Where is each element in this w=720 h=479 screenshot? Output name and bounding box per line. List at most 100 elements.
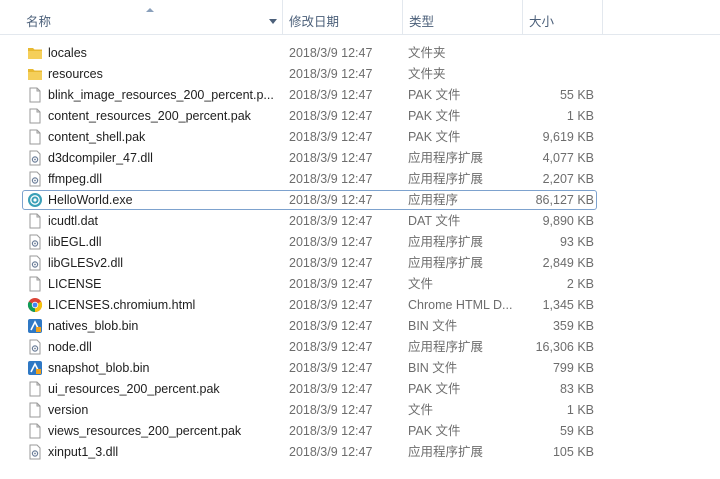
column-header-bar: 名称 修改日期 类型 大小 [0, 0, 720, 35]
file-name: icudtl.dat [48, 214, 99, 228]
file-type: 应用程序扩展 [408, 151, 484, 165]
file-icon [27, 213, 43, 229]
file-type: DAT 文件 [408, 214, 461, 228]
dll-icon [27, 444, 43, 460]
file-row[interactable]: libEGL.dll 2018/3/9 12:47 应用程序扩展 93 KB [0, 232, 720, 253]
file-row[interactable]: views_resources_200_percent.pak 2018/3/9 … [0, 421, 720, 442]
column-header-size-label: 大小 [529, 15, 555, 29]
file-name: content_resources_200_percent.pak [48, 109, 251, 123]
file-size: 105 KB [552, 445, 594, 459]
bin-icon [27, 360, 43, 376]
file-name: version [48, 403, 89, 417]
file-row[interactable]: resources 2018/3/9 12:47 文件夹 [0, 64, 720, 85]
file-row[interactable]: ui_resources_200_percent.pak 2018/3/9 12:… [0, 379, 720, 400]
file-date: 2018/3/9 12:47 [289, 256, 373, 270]
file-type: 应用程序扩展 [408, 340, 484, 354]
file-size: 16,306 KB [535, 340, 594, 354]
file-date: 2018/3/9 12:47 [289, 214, 373, 228]
file-name: blink_image_resources_200_percent.p... [48, 88, 274, 102]
file-row[interactable]: ffmpeg.dll 2018/3/9 12:47 应用程序扩展 2,207 KB [0, 169, 720, 190]
chevron-down-icon[interactable] [269, 19, 277, 24]
file-explorer-window: 名称 修改日期 类型 大小 locales 2018/3/9 12:47 文件夹 re… [0, 0, 720, 479]
column-header-name[interactable]: 名称 [0, 0, 283, 34]
file-icon [27, 381, 43, 397]
sort-ascending-icon [146, 8, 154, 12]
file-date: 2018/3/9 12:47 [289, 424, 373, 438]
bin-icon [27, 318, 43, 334]
column-header-type[interactable]: 类型 [403, 0, 523, 34]
file-size: 799 KB [552, 361, 594, 375]
file-name: ffmpeg.dll [48, 172, 102, 186]
file-date: 2018/3/9 12:47 [289, 298, 373, 312]
file-name: node.dll [48, 340, 92, 354]
file-date: 2018/3/9 12:47 [289, 88, 373, 102]
file-name: LICENSES.chromium.html [48, 298, 196, 312]
file-date: 2018/3/9 12:47 [289, 172, 373, 186]
file-date: 2018/3/9 12:47 [289, 319, 373, 333]
file-date: 2018/3/9 12:47 [289, 130, 373, 144]
file-name: libGLESv2.dll [48, 256, 124, 270]
file-row[interactable]: HelloWorld.exe 2018/3/9 12:47 应用程序 86,127 K… [0, 190, 720, 211]
file-row[interactable]: locales 2018/3/9 12:47 文件夹 [0, 43, 720, 64]
file-row[interactable]: node.dll 2018/3/9 12:47 应用程序扩展 16,306 KB [0, 337, 720, 358]
file-row[interactable]: LICENSE 2018/3/9 12:47 文件 2 KB [0, 274, 720, 295]
file-name: snapshot_blob.bin [48, 361, 150, 375]
exe-icon [27, 192, 43, 208]
file-row[interactable]: snapshot_blob.bin 2018/3/9 12:47 BIN 文件 799… [0, 358, 720, 379]
file-row[interactable]: LICENSES.chromium.html 2018/3/9 12:47 Chro… [0, 295, 720, 316]
file-type: PAK 文件 [408, 88, 461, 102]
file-row[interactable]: blink_image_resources_200_percent.p... 20… [0, 85, 720, 106]
dll-icon [27, 234, 43, 250]
file-size: 83 KB [559, 382, 594, 396]
column-header-name-label: 名称 [26, 15, 52, 29]
file-type: 应用程序扩展 [408, 172, 484, 186]
file-row[interactable]: content_shell.pak 2018/3/9 12:47 PAK 文件 9,6… [0, 127, 720, 148]
file-icon [27, 87, 43, 103]
file-date: 2018/3/9 12:47 [289, 46, 373, 60]
file-icon [27, 423, 43, 439]
file-name: resources [48, 67, 103, 81]
file-type: 应用程序扩展 [408, 256, 484, 270]
dll-icon [27, 150, 43, 166]
file-name: d3dcompiler_47.dll [48, 151, 153, 165]
dll-icon [27, 255, 43, 271]
file-type: 应用程序 [408, 193, 459, 207]
file-size: 93 KB [559, 235, 594, 249]
file-row[interactable]: content_resources_200_percent.pak 2018/3/… [0, 106, 720, 127]
file-size: 359 KB [552, 319, 594, 333]
file-list: locales 2018/3/9 12:47 文件夹 resources 2018/3/… [0, 43, 720, 463]
column-header-date-label: 修改日期 [289, 15, 340, 29]
file-row[interactable]: natives_blob.bin 2018/3/9 12:47 BIN 文件 359 … [0, 316, 720, 337]
file-name: ui_resources_200_percent.pak [48, 382, 220, 396]
file-name: HelloWorld.exe [48, 193, 133, 207]
file-icon [27, 129, 43, 145]
file-icon [27, 402, 43, 418]
file-type: 文件夹 [408, 46, 446, 60]
file-row[interactable]: d3dcompiler_47.dll 2018/3/9 12:47 应用程序扩展 4,… [0, 148, 720, 169]
file-row[interactable]: icudtl.dat 2018/3/9 12:47 DAT 文件 9,890 KB [0, 211, 720, 232]
file-size: 86,127 KB [535, 193, 594, 207]
file-type: PAK 文件 [408, 130, 461, 144]
column-header-date[interactable]: 修改日期 [283, 0, 403, 34]
file-type: PAK 文件 [408, 424, 461, 438]
file-date: 2018/3/9 12:47 [289, 151, 373, 165]
file-size: 9,619 KB [542, 130, 594, 144]
file-type: 文件夹 [408, 67, 446, 81]
column-header-size[interactable]: 大小 [523, 0, 603, 34]
file-type: 应用程序扩展 [408, 445, 484, 459]
file-date: 2018/3/9 12:47 [289, 445, 373, 459]
file-size: 2 KB [566, 277, 594, 291]
folder-icon [27, 66, 43, 82]
file-type: PAK 文件 [408, 382, 461, 396]
dll-icon [27, 339, 43, 355]
file-row[interactable]: version 2018/3/9 12:47 文件 1 KB [0, 400, 720, 421]
file-row[interactable]: xinput1_3.dll 2018/3/9 12:47 应用程序扩展 105 KB [0, 442, 720, 463]
file-date: 2018/3/9 12:47 [289, 193, 373, 207]
file-size: 2,207 KB [542, 172, 594, 186]
file-type: 文件 [408, 403, 434, 417]
file-date: 2018/3/9 12:47 [289, 340, 373, 354]
file-date: 2018/3/9 12:47 [289, 403, 373, 417]
file-type: BIN 文件 [408, 361, 458, 375]
file-row[interactable]: libGLESv2.dll 2018/3/9 12:47 应用程序扩展 2,849 K… [0, 253, 720, 274]
file-type: PAK 文件 [408, 109, 461, 123]
